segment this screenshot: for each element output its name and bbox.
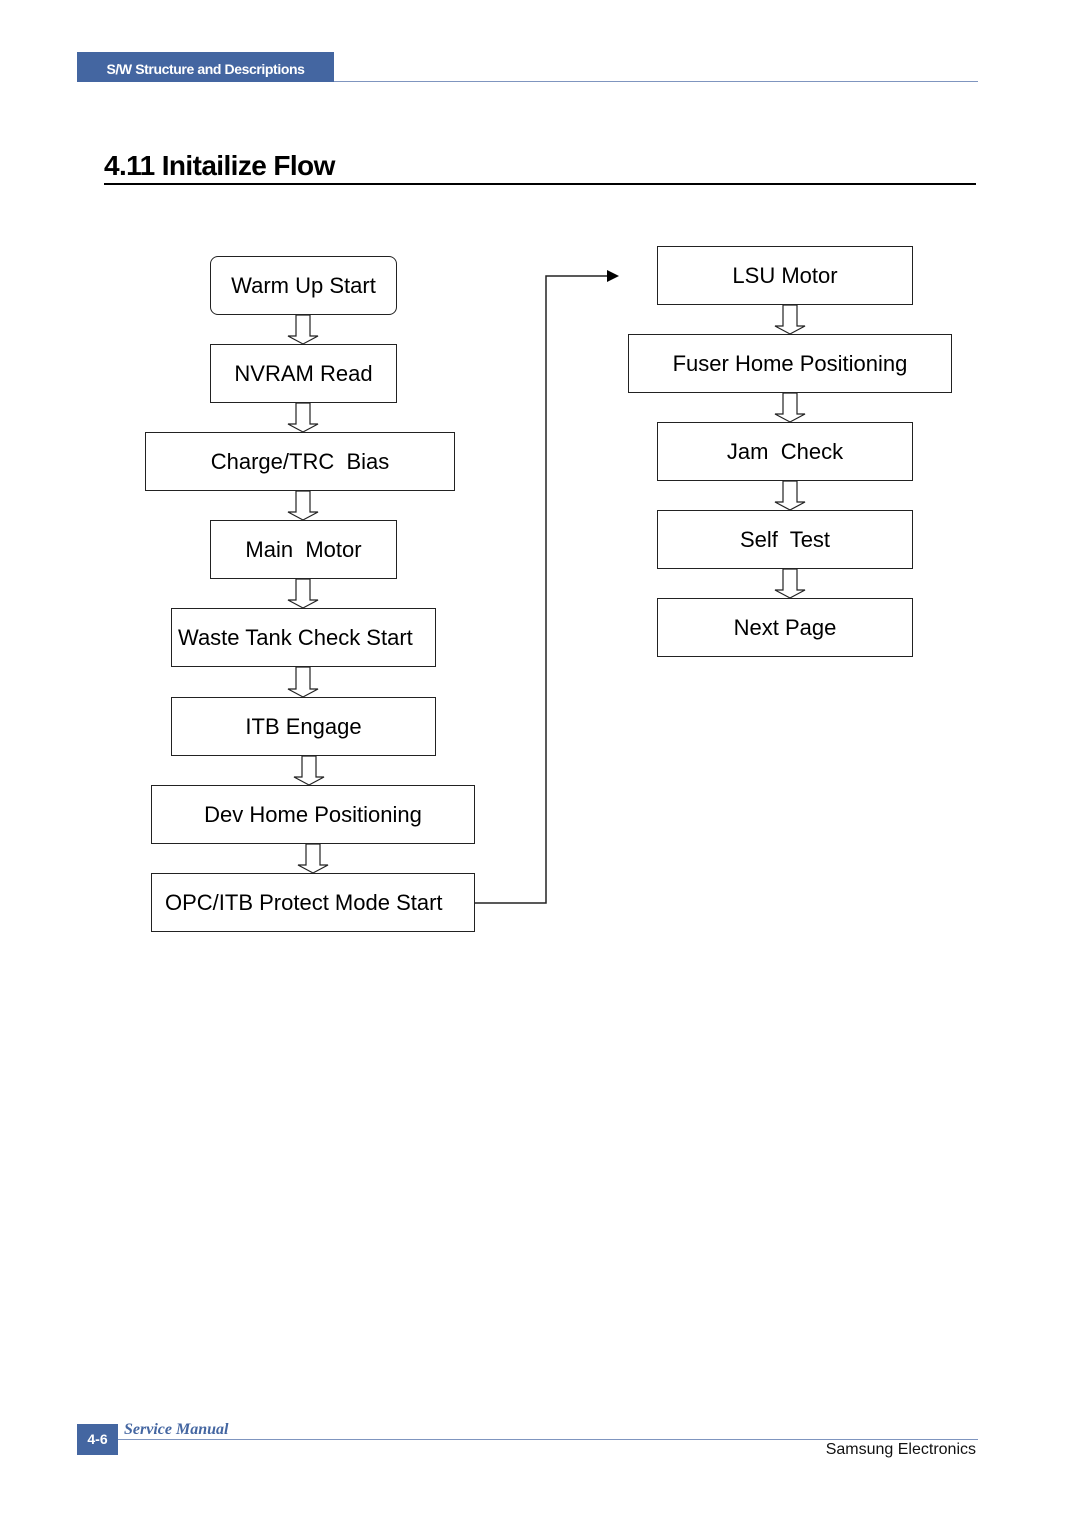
down-arrow-icon xyxy=(287,314,319,345)
flow-step-self-test: Self Test xyxy=(657,510,913,569)
down-arrow-icon xyxy=(774,304,806,335)
down-arrow-icon xyxy=(287,578,319,609)
flow-step-label: Jam Check xyxy=(726,438,844,464)
flow-step-lsu-motor: LSU Motor xyxy=(657,246,913,305)
flow-step-label: ITB Engage xyxy=(245,713,362,739)
page-number: 4-6 xyxy=(77,1424,118,1455)
flow-step-waste-tank-check-start: Waste Tank Check Start xyxy=(171,608,436,667)
manual-label: Service Manual xyxy=(124,1421,229,1438)
flow-step-label: Dev Home Positioning xyxy=(204,801,422,827)
flow-step-label: Charge/TRC Bias xyxy=(210,448,390,474)
flow-step-itb-engage: ITB Engage xyxy=(171,697,436,756)
flow-step-label: Self Test xyxy=(739,526,831,552)
jump-connector xyxy=(475,270,619,904)
flow-step-label: NVRAM Read xyxy=(234,360,373,386)
down-arrow-icon xyxy=(287,666,319,698)
header-rule xyxy=(334,81,978,82)
arrowhead-icon xyxy=(607,270,619,282)
section-tab: S/W Structure and Descriptions xyxy=(77,52,334,82)
flow-step-label: Main Motor xyxy=(245,536,362,562)
page-title: 4.11 Initailize Flow xyxy=(104,150,335,181)
down-arrow-icon xyxy=(293,755,325,786)
flow-step-next-page: Next Page xyxy=(657,598,913,657)
down-arrow-icon xyxy=(287,402,319,433)
flow-step-label: LSU Motor xyxy=(732,262,838,288)
company-name: Samsung Electronics xyxy=(825,1441,976,1458)
flow-step-fuser-home-positioning: Fuser Home Positioning xyxy=(628,334,952,393)
flow-step-opc-itb-protect-mode-start: OPC/ITB Protect Mode Start xyxy=(151,873,475,932)
connector-line xyxy=(475,275,608,904)
down-arrow-icon xyxy=(287,490,319,521)
flow-step-main-motor: Main Motor xyxy=(210,520,397,579)
flow-step-charge-trc-bias: Charge/TRC Bias xyxy=(145,432,455,491)
flow-step-nvram-read: NVRAM Read xyxy=(210,344,397,403)
flow-step-label: Warm Up Start xyxy=(231,272,376,298)
down-arrow-icon xyxy=(774,480,806,511)
footer-rule xyxy=(118,1439,978,1440)
flow-step-label: Next Page xyxy=(733,614,837,640)
flow-connectors xyxy=(287,270,806,904)
title-rule xyxy=(104,183,976,185)
flow-step-jam-check: Jam Check xyxy=(657,422,913,481)
down-arrow-icon xyxy=(297,843,329,874)
flow-step-label: Waste Tank Check Start xyxy=(178,624,413,650)
down-arrow-icon xyxy=(774,392,806,423)
flow-step-warm-up-start: Warm Up Start xyxy=(210,256,397,315)
flow-step-label: Fuser Home Positioning xyxy=(672,350,908,376)
down-arrow-icon xyxy=(774,568,806,599)
flow-step-dev-home-positioning: Dev Home Positioning xyxy=(151,785,475,844)
flow-step-label: OPC/ITB Protect Mode Start xyxy=(165,889,443,915)
